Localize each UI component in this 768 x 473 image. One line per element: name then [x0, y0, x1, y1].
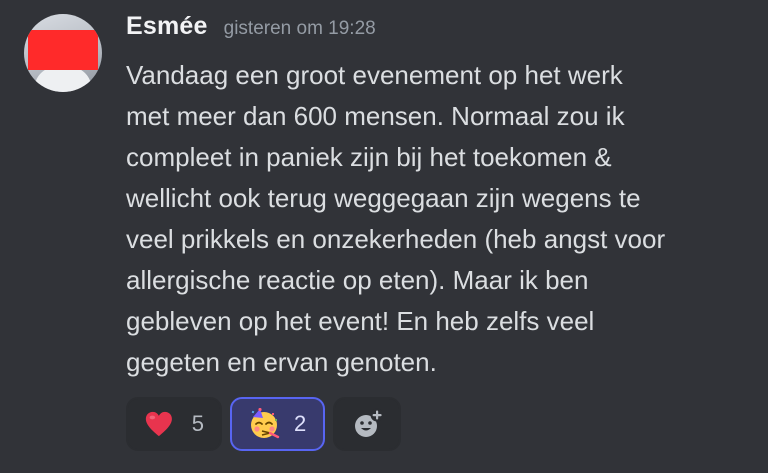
message-line: compleet in paniek zijn bij het toekomen…: [126, 142, 612, 172]
message-timestamp[interactable]: gisteren om 19:28: [224, 18, 376, 40]
author-name[interactable]: Esmée: [126, 12, 208, 41]
redaction-box: [28, 30, 98, 70]
reaction-heart-button[interactable]: 5: [126, 397, 222, 451]
message-line: gebleven op het event! En heb zelfs veel: [126, 306, 595, 336]
reaction-count: 2: [294, 411, 307, 436]
reaction-party-button[interactable]: 2: [230, 397, 325, 451]
partying-face-icon: [251, 408, 280, 439]
chat-message: Esmée gisteren om 19:28 Vandaag een groo…: [0, 0, 768, 473]
heart-icon: [145, 411, 172, 437]
reaction-count: 5: [191, 411, 204, 436]
message-line: met meer dan 600 mensen. Normaal zou ik: [126, 101, 625, 131]
add-reaction-icon: [355, 408, 383, 437]
message-header: Esmée gisteren om 19:28: [126, 12, 376, 52]
message-line: veel prikkels en onzekerheden (heb angst…: [126, 224, 666, 254]
message-line: wellicht ook terug weggegaan zijn wegens…: [126, 183, 641, 213]
message-line: gegeten en ervan genoten.: [126, 347, 437, 377]
message-line: allergische reactie op eten). Maar ik be…: [126, 265, 589, 295]
message-line: Vandaag een groot evenement op het werk: [126, 60, 623, 90]
avatar[interactable]: [24, 14, 102, 92]
reactions-bar: 5 2: [126, 397, 401, 451]
add-reaction-button[interactable]: [333, 397, 401, 451]
message-content: Vandaag een groot evenement op het werk …: [126, 55, 756, 383]
